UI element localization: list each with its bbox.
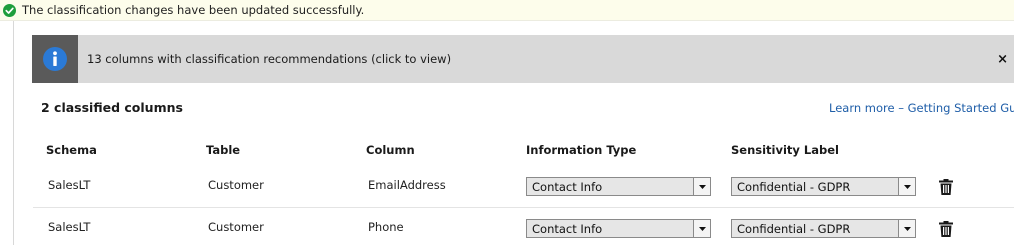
data-classification-page: The classification changes have been upd… xyxy=(0,0,1014,245)
header-schema: Schema xyxy=(46,143,97,157)
header-table: Table xyxy=(206,143,241,157)
dropdown-arrow-icon[interactable] xyxy=(898,220,915,237)
success-message: The classification changes have been upd… xyxy=(22,3,365,17)
left-divider xyxy=(13,21,14,245)
info-icon-container xyxy=(32,35,78,83)
cell-column: Phone xyxy=(368,220,404,234)
success-notification: The classification changes have been upd… xyxy=(0,0,1014,21)
cell-column: EmailAddress xyxy=(368,178,446,192)
sensitivity-label-value: Confidential - GDPR xyxy=(737,221,851,236)
check-circle-icon xyxy=(3,3,16,17)
header-information-type: Information Type xyxy=(526,143,637,157)
information-type-value: Contact Info xyxy=(532,179,603,194)
dropdown-arrow-icon[interactable] xyxy=(693,220,710,237)
cell-schema: SalesLT xyxy=(48,220,91,234)
information-type-select[interactable]: Contact Info xyxy=(526,177,711,196)
cell-schema: SalesLT xyxy=(48,178,91,192)
header-column: Column xyxy=(366,143,415,157)
sensitivity-label-select[interactable]: Confidential - GDPR xyxy=(731,219,916,238)
recommendations-link[interactable]: 13 columns with classification recommend… xyxy=(87,52,997,66)
header-sensitivity-label: Sensitivity Label xyxy=(731,143,839,157)
classified-columns-title: 2 classified columns xyxy=(41,100,183,115)
learn-more-link[interactable]: Learn more – Getting Started Guide xyxy=(829,101,1014,115)
delete-icon[interactable] xyxy=(939,221,953,237)
information-type-select[interactable]: Contact Info xyxy=(526,219,711,238)
info-icon xyxy=(43,47,67,71)
dropdown-arrow-icon[interactable] xyxy=(898,178,915,195)
delete-icon[interactable] xyxy=(939,179,953,195)
recommendations-banner[interactable]: 13 columns with classification recommend… xyxy=(32,35,1014,83)
sensitivity-label-value: Confidential - GDPR xyxy=(737,179,851,194)
cell-table: Customer xyxy=(208,220,264,234)
row-divider xyxy=(33,207,1014,208)
close-icon[interactable]: × xyxy=(997,53,1008,66)
information-type-value: Contact Info xyxy=(532,221,603,236)
dropdown-arrow-icon[interactable] xyxy=(693,178,710,195)
sensitivity-label-select[interactable]: Confidential - GDPR xyxy=(731,177,916,196)
cell-table: Customer xyxy=(208,178,264,192)
